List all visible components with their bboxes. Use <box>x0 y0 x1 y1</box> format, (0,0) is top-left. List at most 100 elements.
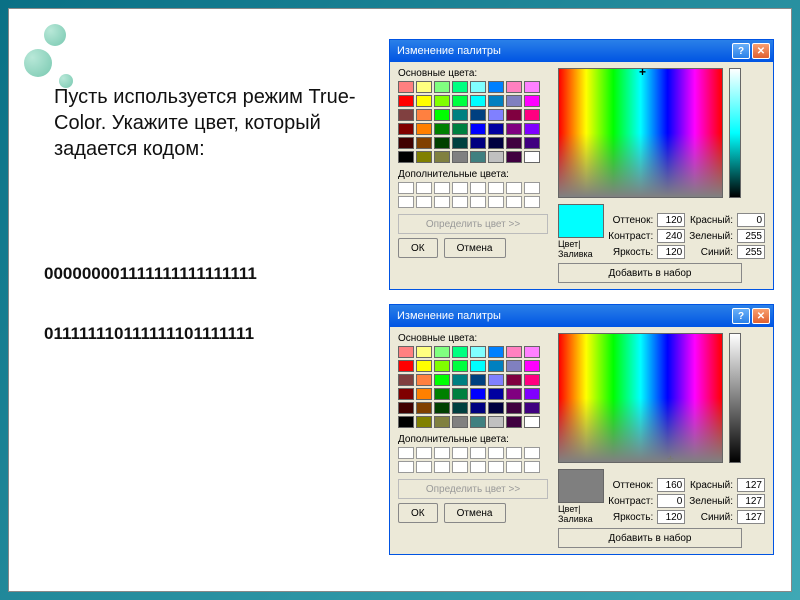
color-swatch[interactable] <box>506 137 522 149</box>
color-swatch[interactable] <box>506 388 522 400</box>
color-swatch[interactable] <box>506 109 522 121</box>
color-swatch[interactable] <box>398 402 414 414</box>
color-swatch[interactable] <box>416 81 432 93</box>
hue-input[interactable] <box>657 213 685 227</box>
cancel-button[interactable]: Отмена <box>444 503 506 523</box>
color-swatch[interactable] <box>452 137 468 149</box>
color-swatch[interactable] <box>524 151 540 163</box>
lum-input[interactable] <box>657 245 685 259</box>
color-swatch[interactable] <box>416 360 432 372</box>
color-swatch[interactable] <box>434 137 450 149</box>
color-swatch[interactable] <box>506 402 522 414</box>
color-swatch[interactable] <box>488 360 504 372</box>
custom-swatch[interactable] <box>398 182 414 194</box>
color-swatch[interactable] <box>416 402 432 414</box>
color-swatch[interactable] <box>524 95 540 107</box>
color-swatch[interactable] <box>488 402 504 414</box>
color-swatch[interactable] <box>524 346 540 358</box>
color-swatch[interactable] <box>506 374 522 386</box>
add-to-custom-button[interactable]: Добавить в набор <box>558 528 742 548</box>
color-swatch[interactable] <box>506 123 522 135</box>
color-swatch[interactable] <box>398 388 414 400</box>
color-swatch[interactable] <box>398 360 414 372</box>
color-swatch[interactable] <box>452 388 468 400</box>
luminance-slider[interactable] <box>729 68 741 198</box>
color-swatch[interactable] <box>470 416 486 428</box>
green-input[interactable] <box>737 494 765 508</box>
color-swatch[interactable] <box>470 137 486 149</box>
color-swatch[interactable] <box>434 95 450 107</box>
color-swatch[interactable] <box>434 151 450 163</box>
color-swatch[interactable] <box>470 95 486 107</box>
color-swatch[interactable] <box>488 374 504 386</box>
color-swatch[interactable] <box>452 374 468 386</box>
color-swatch[interactable] <box>524 374 540 386</box>
color-swatch[interactable] <box>398 95 414 107</box>
red-input[interactable] <box>737 213 765 227</box>
cancel-button[interactable]: Отмена <box>444 238 506 258</box>
color-swatch[interactable] <box>434 416 450 428</box>
color-swatch[interactable] <box>452 81 468 93</box>
blue-input[interactable] <box>737 245 765 259</box>
color-swatch[interactable] <box>434 402 450 414</box>
color-gradient[interactable]: + <box>558 68 723 198</box>
add-to-custom-button[interactable]: Добавить в набор <box>558 263 742 283</box>
color-swatch[interactable] <box>398 137 414 149</box>
color-swatch[interactable] <box>506 346 522 358</box>
color-swatch[interactable] <box>488 151 504 163</box>
color-swatch[interactable] <box>470 81 486 93</box>
color-swatch[interactable] <box>434 346 450 358</box>
color-swatch[interactable] <box>434 374 450 386</box>
color-swatch[interactable] <box>488 95 504 107</box>
color-swatch[interactable] <box>470 346 486 358</box>
color-swatch[interactable] <box>398 374 414 386</box>
color-swatch[interactable] <box>524 81 540 93</box>
color-swatch[interactable] <box>524 360 540 372</box>
color-swatch[interactable] <box>452 402 468 414</box>
color-swatch[interactable] <box>506 416 522 428</box>
color-swatch[interactable] <box>488 416 504 428</box>
ok-button[interactable]: ОК <box>398 238 438 258</box>
color-swatch[interactable] <box>434 81 450 93</box>
color-swatch[interactable] <box>470 123 486 135</box>
color-swatch[interactable] <box>416 388 432 400</box>
color-swatch[interactable] <box>524 402 540 414</box>
color-swatch[interactable] <box>470 402 486 414</box>
color-swatch[interactable] <box>398 346 414 358</box>
color-swatch[interactable] <box>506 81 522 93</box>
color-swatch[interactable] <box>524 388 540 400</box>
color-swatch[interactable] <box>470 360 486 372</box>
help-button[interactable]: ? <box>732 308 750 324</box>
color-swatch[interactable] <box>416 123 432 135</box>
color-swatch[interactable] <box>488 388 504 400</box>
color-swatch[interactable] <box>434 388 450 400</box>
hue-input[interactable] <box>657 478 685 492</box>
color-swatch[interactable] <box>524 109 540 121</box>
color-swatch[interactable] <box>452 151 468 163</box>
color-swatch[interactable] <box>488 123 504 135</box>
color-swatch[interactable] <box>434 360 450 372</box>
color-swatch[interactable] <box>398 109 414 121</box>
color-swatch[interactable] <box>488 81 504 93</box>
color-swatch[interactable] <box>434 109 450 121</box>
color-swatch[interactable] <box>416 95 432 107</box>
help-button[interactable]: ? <box>732 43 750 59</box>
color-swatch[interactable] <box>524 416 540 428</box>
color-swatch[interactable] <box>416 151 432 163</box>
sat-input[interactable] <box>657 229 685 243</box>
blue-input[interactable] <box>737 510 765 524</box>
close-button[interactable]: ✕ <box>752 43 770 59</box>
color-gradient[interactable]: + <box>558 333 723 463</box>
color-swatch[interactable] <box>524 137 540 149</box>
luminance-slider[interactable] <box>729 333 741 463</box>
color-swatch[interactable] <box>506 95 522 107</box>
color-swatch[interactable] <box>488 346 504 358</box>
color-swatch[interactable] <box>416 416 432 428</box>
color-swatch[interactable] <box>488 137 504 149</box>
color-swatch[interactable] <box>470 109 486 121</box>
color-swatch[interactable] <box>416 346 432 358</box>
green-input[interactable] <box>737 229 765 243</box>
ok-button[interactable]: ОК <box>398 503 438 523</box>
color-swatch[interactable] <box>470 374 486 386</box>
sat-input[interactable] <box>657 494 685 508</box>
